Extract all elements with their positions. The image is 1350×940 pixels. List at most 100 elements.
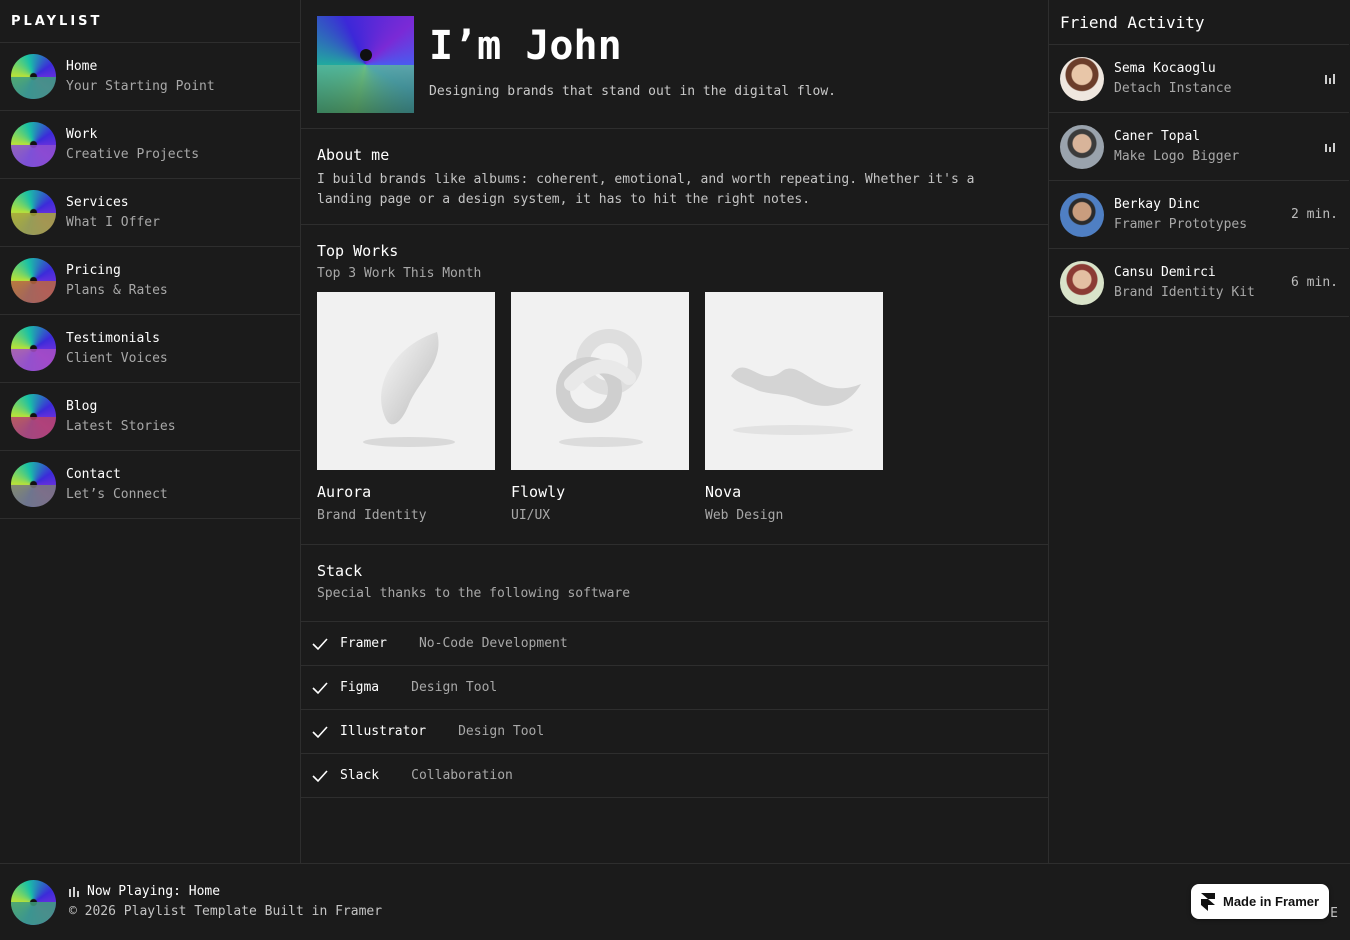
work-card-nova[interactable]: Nova Web Design — [705, 292, 883, 523]
stack-subtitle: Special thanks to the following software — [317, 586, 631, 601]
check-icon — [312, 769, 328, 782]
disc-icon — [11, 394, 56, 439]
sidebar-item-home[interactable]: Home Your Starting Point — [0, 43, 300, 111]
sidebar-item-subtitle: Client Voices — [66, 350, 168, 366]
work-name: Flowly — [511, 483, 566, 501]
friend-item[interactable]: Berkay Dinc Framer Prototypes 2 min. — [1049, 181, 1349, 249]
top-works-section: Top Works Top 3 Work This Month Aurora B… — [301, 225, 1048, 545]
now-playing-label: Now Playing: Home — [87, 884, 221, 899]
sidebar-item-blog[interactable]: Blog Latest Stories — [0, 383, 300, 451]
avatar — [1060, 56, 1104, 101]
badge-label: Made in Framer — [1223, 894, 1320, 909]
sidebar-item-testimonials[interactable]: Testimonials Client Voices — [0, 315, 300, 383]
tool-name: Figma — [340, 680, 380, 695]
work-name: Nova — [705, 483, 742, 501]
sidebar-item-pricing[interactable]: Pricing Plans & Rates — [0, 247, 300, 315]
page-title: I’m John — [429, 23, 622, 69]
friend-status-time: 6 min. — [1291, 275, 1338, 290]
tool-name: Slack — [340, 768, 380, 783]
disc-icon — [11, 326, 56, 371]
sidebar-item-subtitle: What I Offer — [66, 214, 160, 230]
app-root: PLAYLIST Home Your Starting Point Work C… — [0, 0, 1350, 863]
disc-icon — [11, 54, 56, 99]
hero-subtitle: Designing brands that stand out in the d… — [429, 84, 836, 99]
footer-player: Now Playing: Home © 2026 Playlist Templa… — [0, 863, 1350, 940]
work-card-flowly[interactable]: Flowly UI/UX — [511, 292, 689, 523]
sidebar-item-subtitle: Latest Stories — [66, 418, 176, 434]
friend-activity-panel: Friend Activity Sema Kocaoglu Detach Ins… — [1049, 0, 1349, 863]
about-section: About me I build brands like albums: coh… — [301, 129, 1048, 225]
friend-item[interactable]: Caner Topal Make Logo Bigger — [1049, 113, 1349, 181]
friend-name: Sema Kocaoglu — [1114, 60, 1216, 76]
work-thumbnail — [317, 292, 495, 470]
main-content: I’m John Designing brands that stand out… — [301, 0, 1049, 863]
friend-name: Cansu Demirci — [1114, 264, 1216, 280]
tool-description: Design Tool — [411, 680, 498, 695]
equalizer-icon — [1325, 73, 1335, 84]
sidebar-item-subtitle: Your Starting Point — [66, 78, 215, 94]
stack-header: Stack Special thanks to the following so… — [301, 545, 1048, 622]
stack-item-figma: Figma Design Tool — [301, 666, 1048, 710]
avatar — [1060, 260, 1104, 305]
knot-shape-icon — [556, 329, 643, 447]
work-name: Aurora — [317, 483, 372, 501]
sidebar-item-title: Blog — [66, 398, 98, 414]
sidebar-item-title: Services — [66, 194, 129, 210]
work-thumbnail — [705, 292, 883, 470]
stack-item-framer: Framer No-Code Development — [301, 622, 1048, 666]
avatar — [1060, 124, 1104, 169]
friend-track: Framer Prototypes — [1114, 216, 1248, 232]
sidebar-item-services[interactable]: Services What I Offer — [0, 179, 300, 247]
work-category: Brand Identity — [317, 508, 427, 523]
now-playing-disc-icon — [11, 879, 56, 925]
framer-logo-icon — [1201, 892, 1215, 911]
avatar — [1060, 192, 1104, 237]
tool-description: No-Code Development — [418, 636, 568, 651]
stack-item-illustrator: Illustrator Design Tool — [301, 710, 1048, 754]
hero-cover-image — [317, 16, 414, 113]
work-category: Web Design — [705, 508, 784, 523]
disc-icon — [11, 190, 56, 235]
work-card-aurora[interactable]: Aurora Brand Identity — [317, 292, 495, 523]
sidebar-item-work[interactable]: Work Creative Projects — [0, 111, 300, 179]
friend-name: Caner Topal — [1114, 128, 1201, 144]
sidebar-item-title: Pricing — [66, 262, 121, 278]
stack-title: Stack — [317, 562, 363, 580]
sidebar-item-subtitle: Creative Projects — [66, 146, 200, 162]
equalizer-icon — [69, 886, 79, 897]
sidebar-item-title: Home — [66, 58, 98, 74]
about-title: About me — [317, 146, 390, 164]
about-body: I build brands like albums: coherent, em… — [317, 172, 975, 207]
works-title: Top Works — [317, 242, 399, 260]
disc-icon — [11, 258, 56, 303]
sidebar-item-title: Testimonials — [66, 330, 160, 346]
friend-activity-title: Friend Activity — [1049, 0, 1349, 45]
wave-shape-icon — [731, 367, 861, 435]
sidebar-item-subtitle: Let’s Connect — [66, 486, 168, 502]
disc-icon — [11, 122, 56, 167]
stack-item-slack: Slack Collaboration — [301, 754, 1048, 798]
hero: I’m John Designing brands that stand out… — [301, 0, 1048, 129]
swirl-shape-icon — [363, 332, 455, 447]
made-in-framer-badge[interactable]: Made in Framer — [1191, 884, 1329, 919]
disc-icon — [11, 462, 56, 507]
tool-name: Framer — [340, 636, 387, 651]
work-grid: Aurora Brand Identity Flowly UI/UX Nova … — [317, 292, 1032, 523]
friend-track: Make Logo Bigger — [1114, 148, 1240, 164]
friend-track: Brand Identity Kit — [1114, 284, 1255, 300]
work-thumbnail — [511, 292, 689, 470]
friend-status-time: 2 min. — [1291, 207, 1338, 222]
work-category: UI/UX — [511, 508, 551, 523]
friend-item[interactable]: Cansu Demirci Brand Identity Kit 6 min. — [1049, 249, 1349, 317]
sidebar-title: PLAYLIST — [0, 0, 300, 43]
friend-name: Berkay Dinc — [1114, 196, 1201, 212]
works-subtitle: Top 3 Work This Month — [317, 266, 482, 281]
footer-right-text: E — [1330, 906, 1338, 921]
tool-name: Illustrator — [340, 724, 427, 739]
friend-item[interactable]: Sema Kocaoglu Detach Instance — [1049, 45, 1349, 113]
check-icon — [312, 725, 328, 738]
sidebar-item-title: Contact — [66, 466, 121, 482]
copyright: © 2026 Playlist Template Built in Framer — [69, 904, 383, 919]
sidebar-item-contact[interactable]: Contact Let’s Connect — [0, 451, 300, 519]
sidebar-item-subtitle: Plans & Rates — [66, 282, 168, 298]
